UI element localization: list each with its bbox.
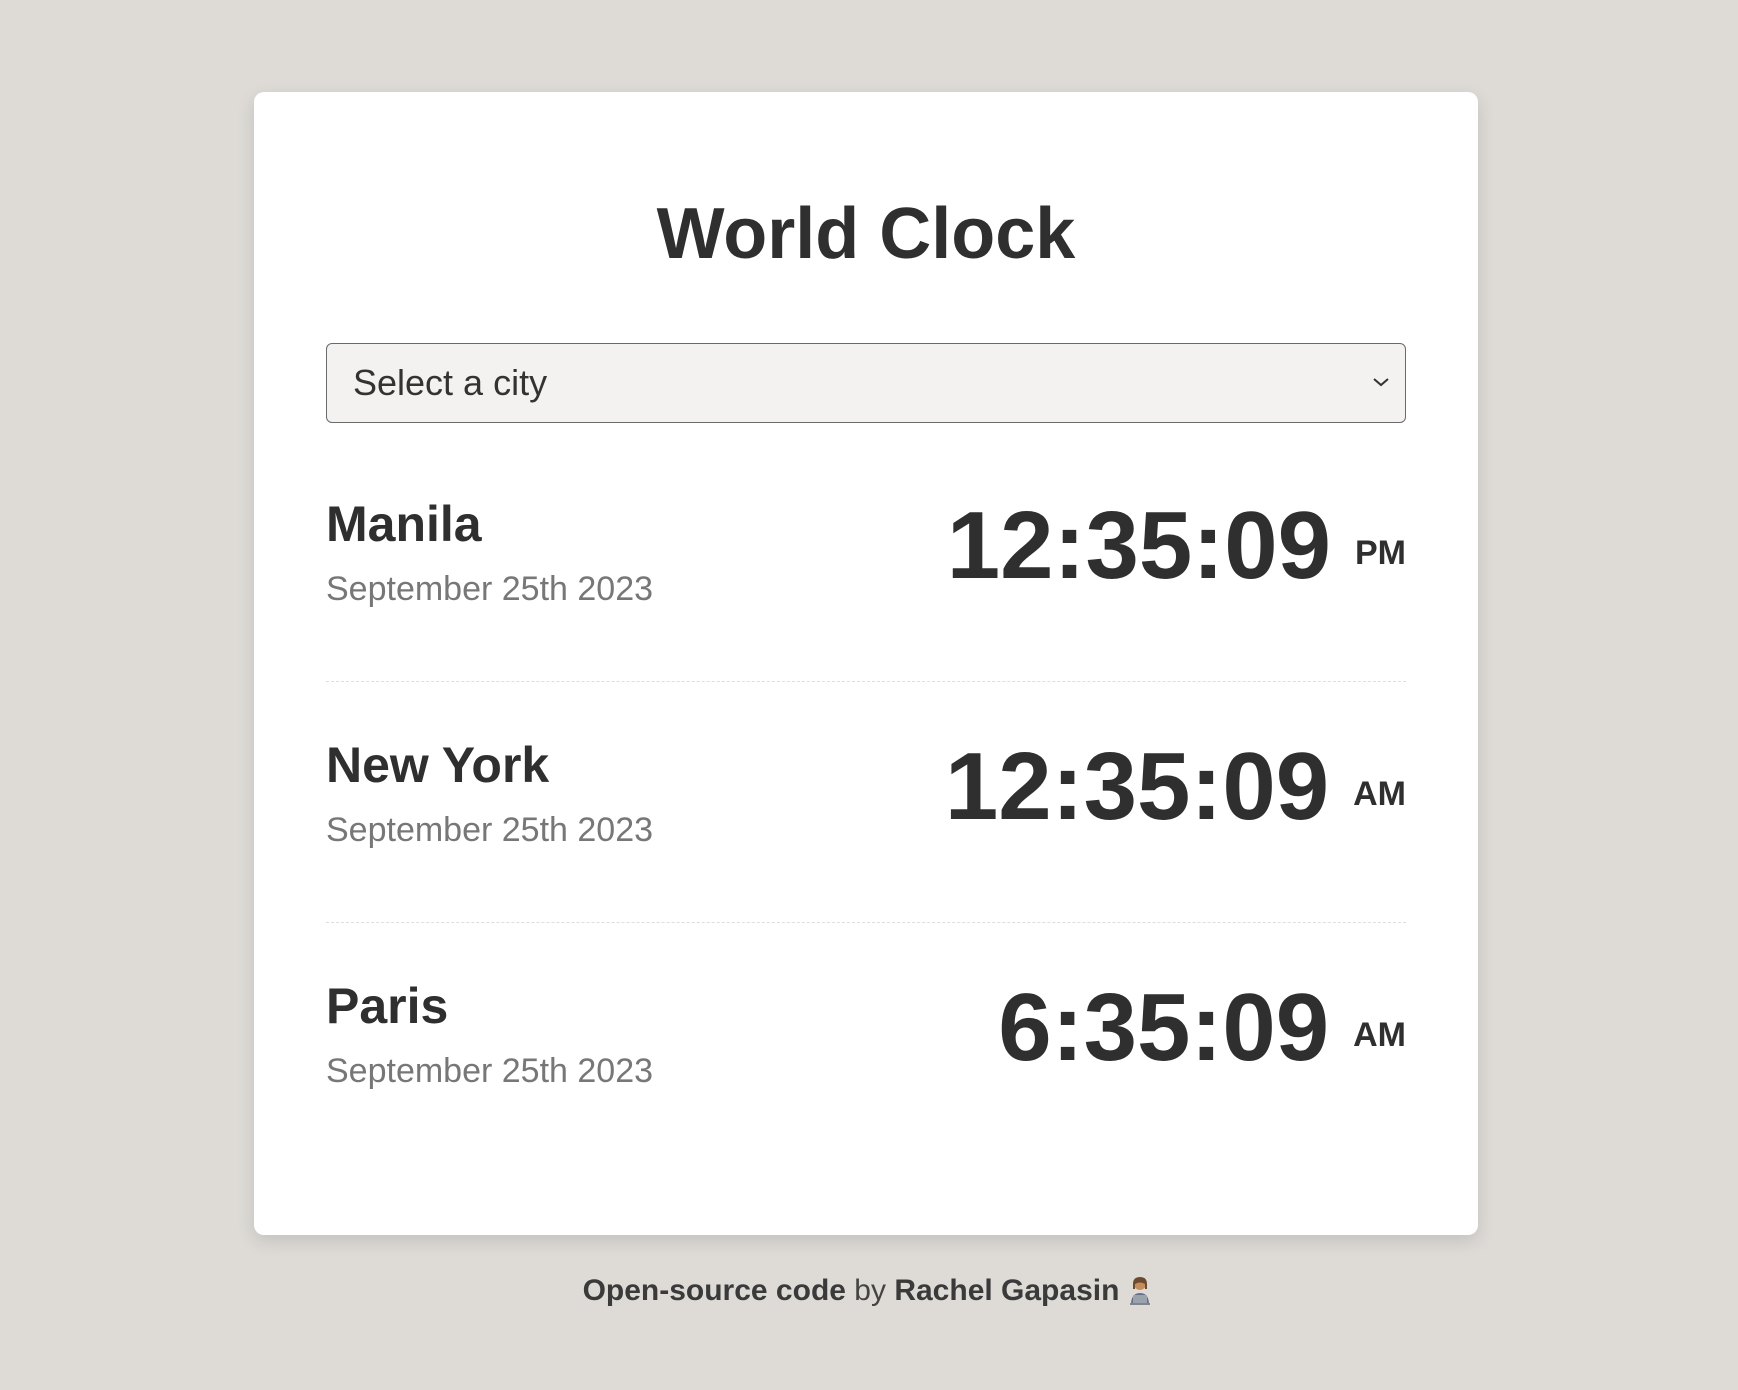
city-name: Paris bbox=[326, 978, 449, 1034]
city-row-paris: Paris September 25th 2023 6:35:09 AM bbox=[326, 974, 1406, 1217]
ampm-label: AM bbox=[1353, 775, 1406, 813]
footer-by-text: by bbox=[845, 1274, 895, 1307]
divider bbox=[326, 922, 1406, 923]
city-name: New York bbox=[326, 737, 550, 793]
time-digits: 12:35:09 bbox=[944, 733, 1330, 840]
city-row-new-york: New York September 25th 2023 12:35:09 AM bbox=[326, 733, 1406, 976]
city-name: Manila bbox=[326, 496, 482, 552]
ampm-label: PM bbox=[1355, 534, 1406, 572]
time-digits: 6:35:09 bbox=[998, 974, 1330, 1081]
page-title: World Clock bbox=[656, 194, 1076, 274]
city-time: 12:35:09 PM bbox=[947, 491, 1406, 601]
divider bbox=[326, 681, 1406, 682]
city-date: September 25th 2023 bbox=[326, 570, 654, 608]
chevron-down-icon bbox=[1373, 378, 1389, 387]
technologist-emoji-icon bbox=[1130, 1277, 1151, 1305]
ampm-label: AM bbox=[1353, 1016, 1406, 1054]
city-time: 6:35:09 AM bbox=[998, 973, 1406, 1083]
city-date: September 25th 2023 bbox=[326, 1052, 654, 1090]
time-digits: 12:35:09 bbox=[946, 492, 1331, 599]
author-link[interactable]: Rachel Gapasin bbox=[894, 1274, 1119, 1307]
city-row-manila: Manila September 25th 2023 12:35:09 PM bbox=[326, 492, 1406, 735]
world-clock-card: World Clock Select a city Manila Septemb… bbox=[254, 92, 1478, 1235]
city-select[interactable]: Select a city bbox=[326, 343, 1406, 423]
city-date: September 25th 2023 bbox=[326, 811, 654, 849]
footer: Open-source code by Rachel Gapasin bbox=[0, 1273, 1738, 1309]
city-time: 12:35:09 AM bbox=[945, 732, 1406, 842]
city-select-value: Select a city bbox=[353, 362, 548, 403]
source-code-link[interactable]: Open-source code bbox=[583, 1274, 846, 1307]
